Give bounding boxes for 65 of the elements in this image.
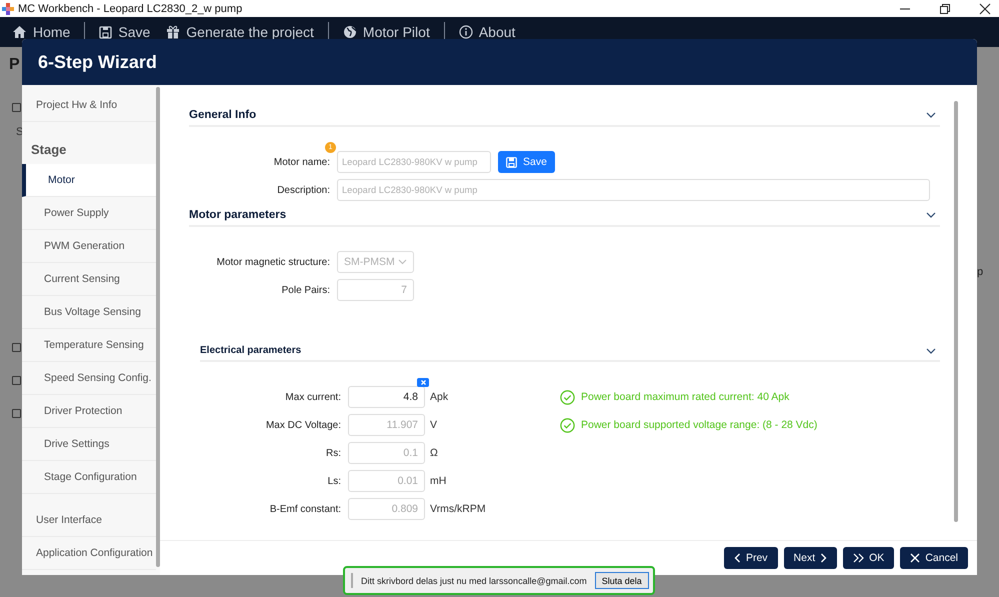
nav-button[interactable]: Generate the project [158, 17, 322, 47]
validation-message: Power board maximum rated current: 40 Apk [581, 391, 790, 403]
field-label: Ls: [326, 476, 342, 486]
save-button[interactable]: Save [498, 151, 555, 173]
save-icon [506, 156, 518, 168]
close-icon [910, 553, 920, 563]
app-logo-icon [2, 2, 14, 14]
double-chevron-icon [853, 553, 864, 563]
scrollbar[interactable] [156, 87, 160, 567]
checkbox[interactable] [12, 376, 21, 385]
chevron-icon[interactable] [926, 112, 936, 118]
field-label: Rs: [325, 448, 342, 458]
page-heading: P [9, 55, 20, 75]
footer-button[interactable]: Prev [724, 547, 778, 569]
text-field[interactable]: Leopard LC2830-980KV w pump [337, 151, 491, 173]
checkbox[interactable] [12, 103, 21, 112]
footer-button[interactable]: Next [784, 547, 838, 569]
section-title: General Info [189, 109, 256, 121]
section-title: Motor parameters [189, 209, 286, 221]
stop-sharing-button[interactable]: Sluta dela [594, 572, 649, 589]
chevron-icon[interactable] [926, 348, 936, 354]
nav-button[interactable]: About [450, 17, 524, 47]
close-icon[interactable] [979, 2, 991, 14]
field-label: Motor name: [272, 156, 331, 168]
dialog-title: 6-Step Wizard [38, 52, 157, 72]
footer-button[interactable]: OK [843, 547, 894, 569]
clear-icon[interactable] [417, 378, 429, 387]
text-field[interactable]: Leopard LC2830-980KV w pump [337, 179, 930, 201]
nav-button[interactable]: Home [4, 17, 78, 47]
number-field[interactable]: 4.8 [348, 386, 425, 408]
window-title: MC Workbench - Leopard LC2830_2_w pump [18, 2, 242, 14]
field-label: Description: [276, 184, 331, 196]
caret-icon [398, 259, 407, 265]
chevron-right-icon [820, 553, 828, 563]
home-icon [12, 25, 27, 39]
check-circle-icon [560, 390, 575, 404]
validation-message: Power board supported voltage range: (8 - 28 Vdc) [581, 419, 818, 431]
globe-icon [342, 25, 357, 39]
sidebar-item[interactable]: Motor [22, 164, 156, 197]
share-message: Ditt skrivbord delas just nu med larssoncalle@gmail.com [361, 576, 587, 586]
field-label: B-Emf constant: [268, 504, 342, 514]
checkbox[interactable] [12, 343, 21, 352]
scrollbar[interactable] [954, 101, 958, 522]
unit-label: Apk [430, 391, 450, 403]
field-label: Max current: [284, 392, 342, 402]
chevron-left-icon [734, 553, 741, 563]
section-title: Electrical parameters [200, 345, 302, 356]
sidebar-heading: Stage [30, 140, 68, 159]
gift-icon [166, 25, 180, 39]
footer-button[interactable]: Cancel [900, 547, 968, 569]
save-icon [99, 26, 112, 38]
chevron-icon[interactable] [926, 212, 936, 218]
unit-label: mH [430, 475, 448, 487]
field-label: Max DC Voltage: [264, 420, 342, 430]
nav-button[interactable]: Save [91, 17, 158, 47]
field-label: Motor magnetic structure: [216, 256, 331, 268]
info-icon [458, 25, 473, 39]
check-circle-icon [560, 418, 575, 432]
unit-label: Vrms/kRPM [430, 503, 487, 515]
page-text: p [977, 266, 984, 278]
checkbox[interactable] [12, 409, 21, 418]
unit-label: V [430, 419, 438, 431]
unit-label: Ω [430, 447, 439, 459]
field-label: Pole Pairs: [280, 284, 331, 296]
restore-icon[interactable] [939, 2, 951, 14]
